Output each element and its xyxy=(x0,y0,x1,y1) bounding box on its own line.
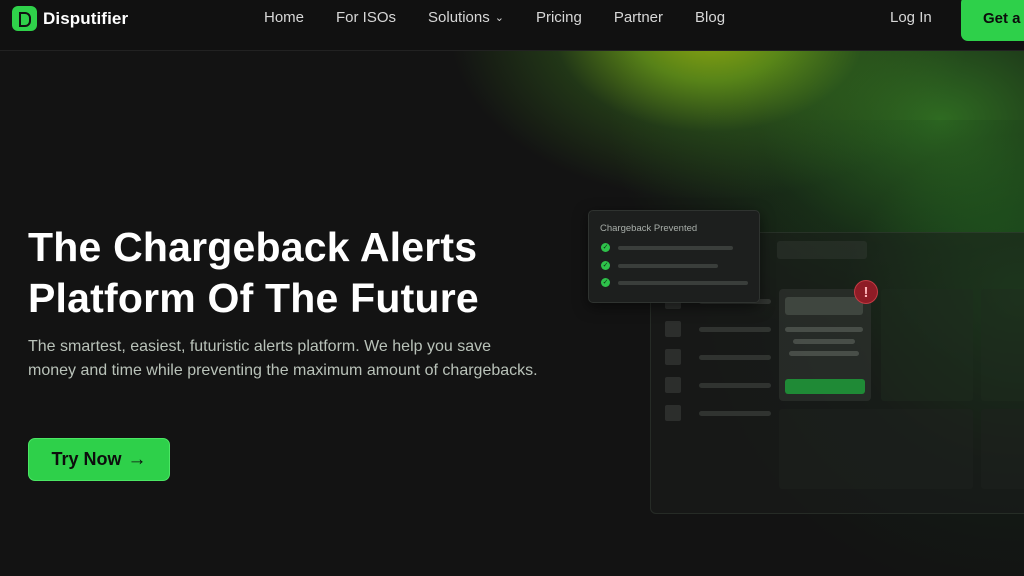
dashboard-bottom-panel xyxy=(779,409,973,489)
nav-item-partner[interactable]: Partner xyxy=(614,9,663,26)
nav-item-solutions-label: Solutions xyxy=(428,9,490,26)
landing-page: Disputifier Home For ISOs Solutions ⌄ Pr… xyxy=(0,0,1024,576)
arrow-right-icon: → xyxy=(127,448,147,470)
brand-name: Disputifier xyxy=(43,8,129,28)
dashboard-list-row xyxy=(665,321,771,337)
nav-item-home[interactable]: Home xyxy=(264,9,304,26)
card-check-item: ✓ xyxy=(601,261,718,270)
chevron-down-icon: ⌄ xyxy=(494,12,504,24)
exclamation-icon: ! xyxy=(854,280,878,304)
try-now-label: Try Now xyxy=(51,449,122,469)
nav-item-pricing[interactable]: Pricing xyxy=(536,9,582,26)
dashboard-list-row xyxy=(665,349,771,365)
check-circle-icon: ✓ xyxy=(601,261,610,270)
hero-title-line-1: The Chargeback Alerts xyxy=(28,224,478,270)
dashboard-bottom-panel xyxy=(981,409,1024,489)
login-link[interactable]: Log In xyxy=(890,9,932,26)
dashboard-column xyxy=(881,289,973,401)
logo-icon xyxy=(12,6,37,31)
brand-logo[interactable]: Disputifier xyxy=(12,6,128,31)
nav-item-solutions[interactable]: Solutions ⌄ xyxy=(428,9,504,26)
card-check-item: ✓ xyxy=(601,243,733,252)
dashboard-green-bar xyxy=(785,379,865,394)
check-circle-icon: ✓ xyxy=(601,278,610,287)
card-check-item: ✓ xyxy=(601,278,748,287)
dashboard-column xyxy=(981,289,1024,401)
check-circle-icon: ✓ xyxy=(601,243,610,252)
dashboard-list-row xyxy=(665,377,771,393)
dashboard-alert-panel xyxy=(779,289,871,401)
hero-title-line-2: Platform Of The Future xyxy=(28,275,479,321)
nav-item-blog[interactable]: Blog xyxy=(695,9,725,26)
hero-title: The Chargeback Alerts Platform Of The Fu… xyxy=(28,222,588,324)
dashboard-list-row xyxy=(665,405,771,421)
nav-item-for-isos[interactable]: For ISOs xyxy=(336,9,396,26)
card-title: Chargeback Prevented xyxy=(600,223,698,234)
chargeback-prevented-card: Chargeback Prevented ✓ ✓ ✓ xyxy=(588,210,760,303)
try-now-button[interactable]: Try Now → xyxy=(28,438,170,481)
hero-subtitle: The smartest, easiest, futuristic alerts… xyxy=(28,338,538,379)
get-demo-button[interactable]: Get a xyxy=(961,0,1024,41)
site-header: Disputifier Home For ISOs Solutions ⌄ Pr… xyxy=(0,0,1024,51)
dashboard-topbar xyxy=(777,241,867,259)
main-nav: Home For ISOs Solutions ⌄ Pricing Partne… xyxy=(264,9,757,26)
